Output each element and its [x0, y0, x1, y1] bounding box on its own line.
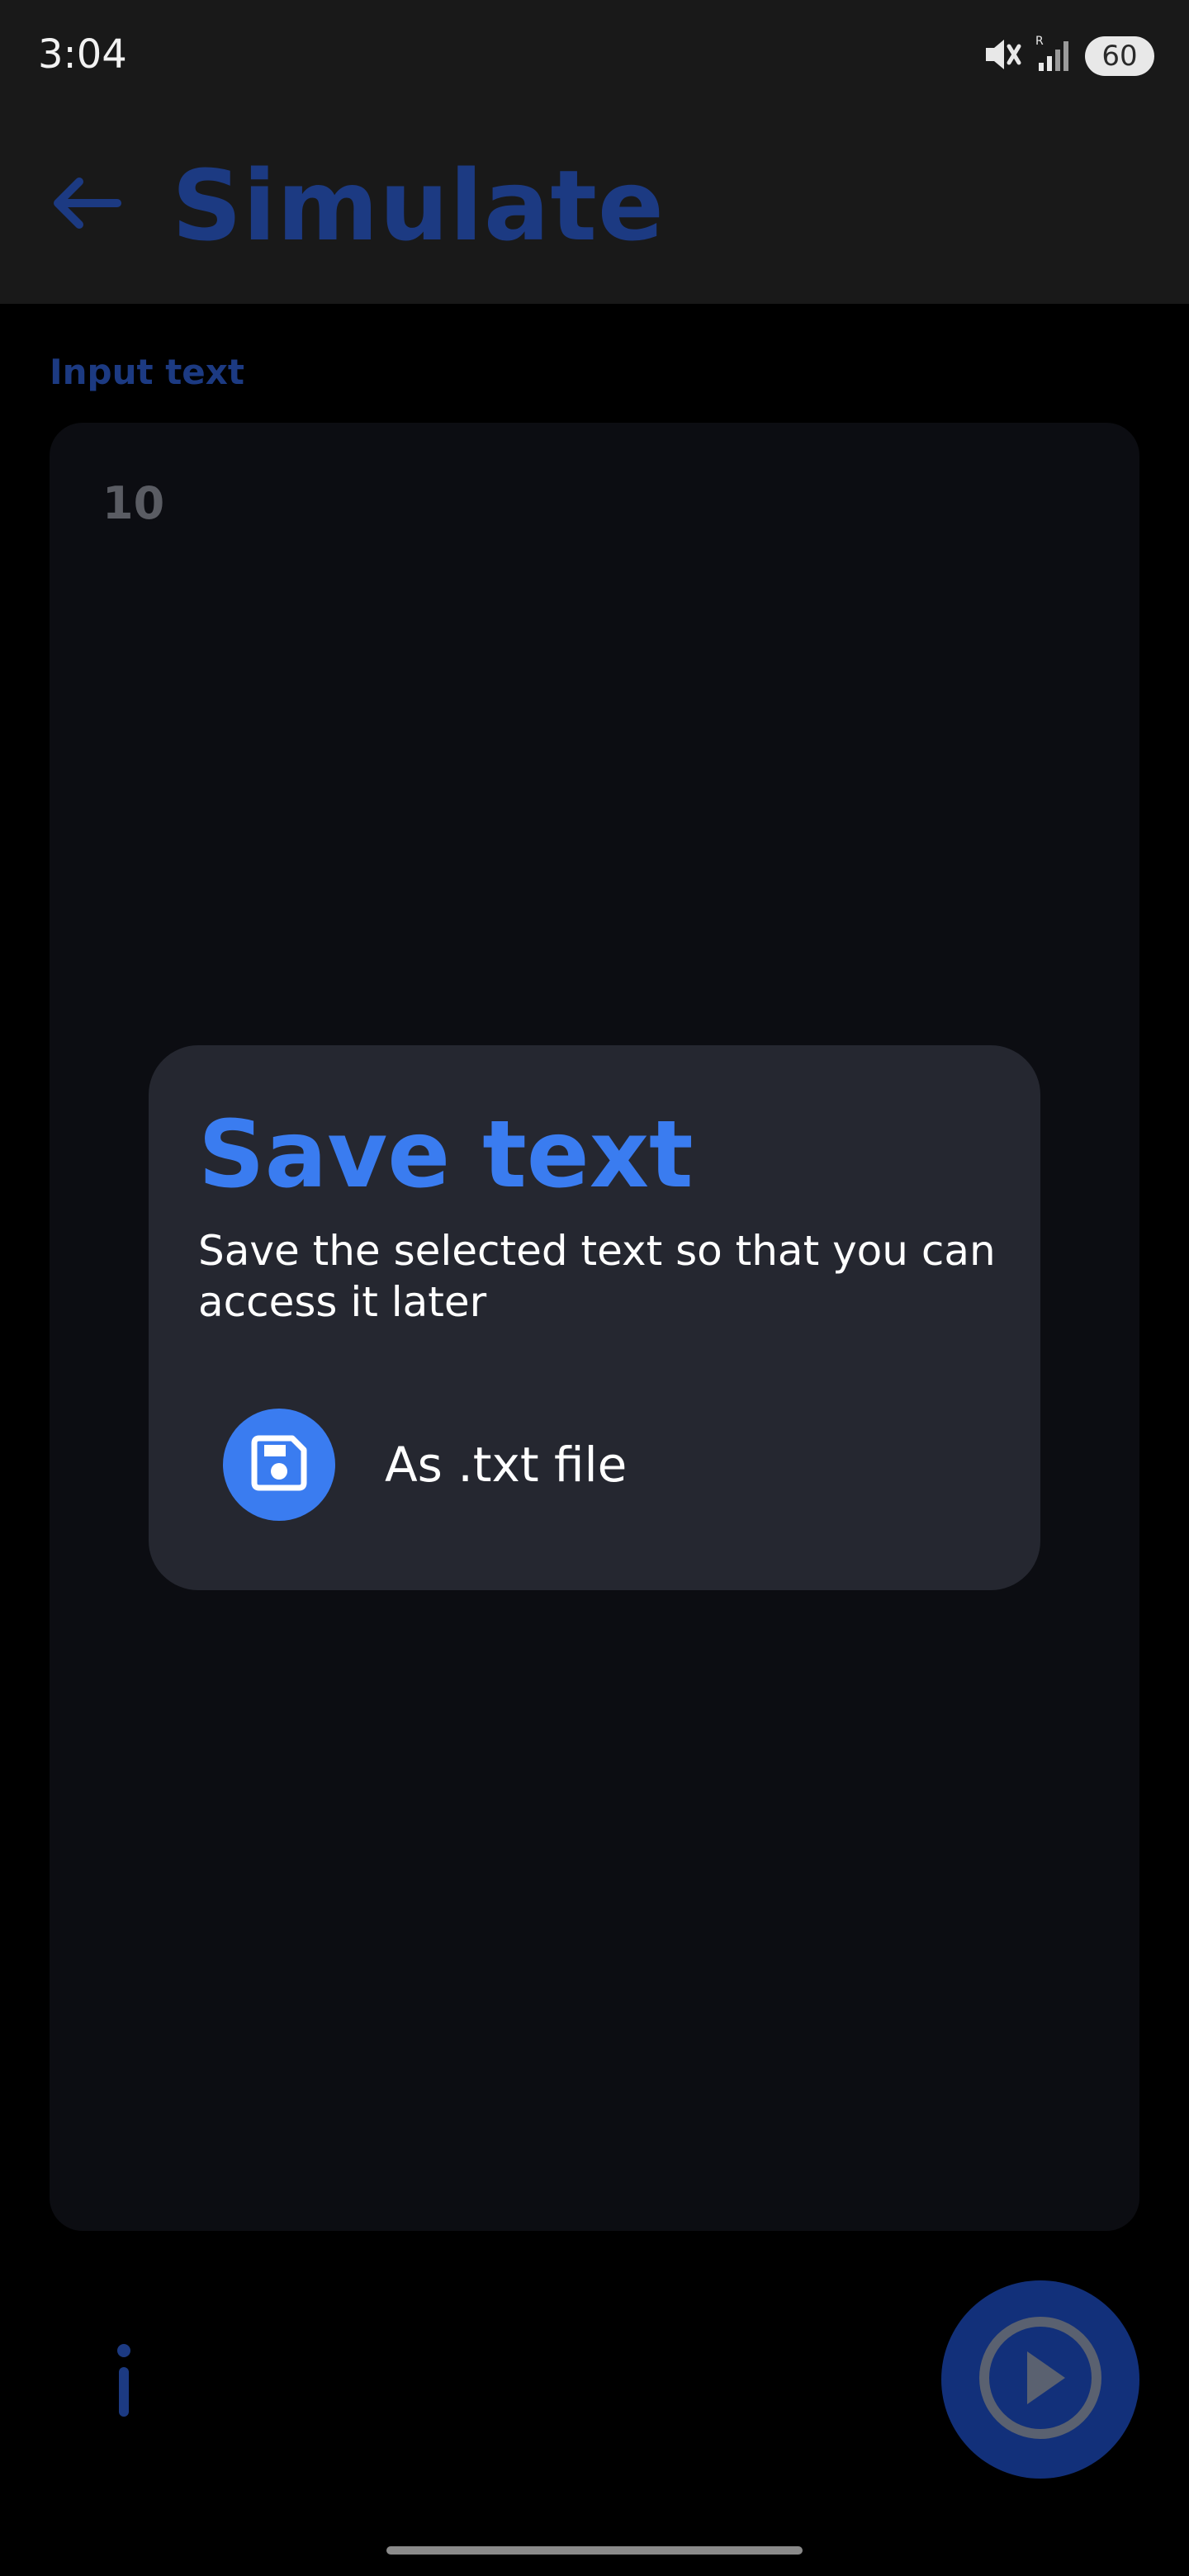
- back-button[interactable]: [46, 165, 126, 244]
- page-title: Simulate: [172, 149, 665, 263]
- status-icons: R 60: [981, 33, 1154, 79]
- status-time: 3:04: [38, 31, 127, 78]
- option-icon-container: [223, 1409, 335, 1521]
- option-label: As .txt file: [385, 1437, 628, 1493]
- info-button[interactable]: [91, 2337, 157, 2427]
- input-label: Input text: [50, 352, 244, 392]
- battery-icon: 60: [1085, 36, 1154, 76]
- mute-icon: [981, 33, 1024, 79]
- svg-text:R: R: [1035, 35, 1044, 48]
- info-icon: [111, 2342, 136, 2422]
- save-as-txt-option[interactable]: As .txt file: [198, 1392, 991, 1537]
- signal-icon: R: [1035, 33, 1073, 79]
- run-simulation-button[interactable]: [941, 2280, 1139, 2479]
- play-icon: [976, 2313, 1105, 2446]
- floppy-disk-icon: [248, 1432, 310, 1498]
- home-indicator[interactable]: [386, 2546, 803, 2555]
- arrow-left-icon: [50, 173, 122, 236]
- dialog-title: Save text: [198, 1101, 694, 1209]
- top-app-bar: Simulate: [0, 111, 1189, 304]
- input-value: 10: [102, 477, 165, 529]
- save-text-dialog: Save text Save the selected text so that…: [149, 1045, 1040, 1590]
- screen: 3:04 R 60 Simulate Input text 10 Save te…: [0, 0, 1189, 2576]
- status-bar: 3:04 R 60: [0, 0, 1189, 111]
- dialog-description: Save the selected text so that you can a…: [198, 1227, 996, 1326]
